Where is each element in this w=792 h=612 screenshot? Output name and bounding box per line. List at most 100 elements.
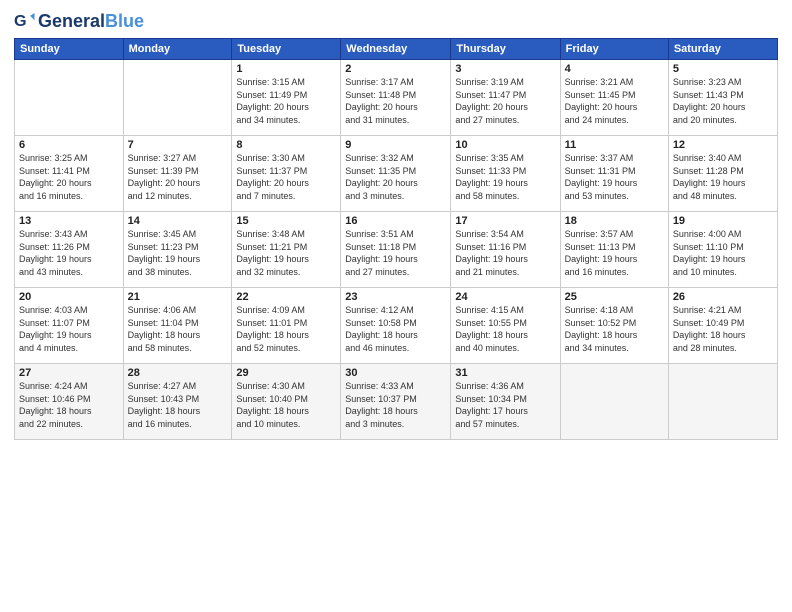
day-cell — [668, 364, 777, 440]
day-cell: 25Sunrise: 4:18 AM Sunset: 10:52 PM Dayl… — [560, 288, 668, 364]
day-info: Sunrise: 3:17 AM Sunset: 11:48 PM Daylig… — [345, 76, 446, 126]
day-number: 16 — [345, 215, 446, 227]
svg-text:G: G — [14, 12, 27, 30]
day-info: Sunrise: 4:30 AM Sunset: 10:40 PM Daylig… — [236, 380, 336, 430]
day-info: Sunrise: 3:19 AM Sunset: 11:47 PM Daylig… — [455, 76, 555, 126]
week-row-2: 6Sunrise: 3:25 AM Sunset: 11:41 PM Dayli… — [15, 136, 778, 212]
day-cell: 7Sunrise: 3:27 AM Sunset: 11:39 PM Dayli… — [123, 136, 232, 212]
logo-text: G GeneralBlue — [14, 10, 144, 32]
day-cell: 14Sunrise: 3:45 AM Sunset: 11:23 PM Dayl… — [123, 212, 232, 288]
header: G GeneralBlue — [14, 10, 778, 32]
day-cell: 26Sunrise: 4:21 AM Sunset: 10:49 PM Dayl… — [668, 288, 777, 364]
header-thursday: Thursday — [451, 39, 560, 60]
day-info: Sunrise: 4:18 AM Sunset: 10:52 PM Daylig… — [565, 304, 664, 354]
day-number: 20 — [19, 291, 119, 303]
day-info: Sunrise: 3:40 AM Sunset: 11:28 PM Daylig… — [673, 152, 773, 202]
day-info: Sunrise: 3:48 AM Sunset: 11:21 PM Daylig… — [236, 228, 336, 278]
day-number: 11 — [565, 139, 664, 151]
week-row-3: 13Sunrise: 3:43 AM Sunset: 11:26 PM Dayl… — [15, 212, 778, 288]
day-cell: 17Sunrise: 3:54 AM Sunset: 11:16 PM Dayl… — [451, 212, 560, 288]
logo-blue: Blue — [105, 11, 144, 32]
day-info: Sunrise: 4:09 AM Sunset: 11:01 PM Daylig… — [236, 304, 336, 354]
day-cell: 12Sunrise: 3:40 AM Sunset: 11:28 PM Dayl… — [668, 136, 777, 212]
day-info: Sunrise: 3:57 AM Sunset: 11:13 PM Daylig… — [565, 228, 664, 278]
day-info: Sunrise: 3:25 AM Sunset: 11:41 PM Daylig… — [19, 152, 119, 202]
header-sunday: Sunday — [15, 39, 124, 60]
day-cell: 1Sunrise: 3:15 AM Sunset: 11:49 PM Dayli… — [232, 60, 341, 136]
day-info: Sunrise: 3:27 AM Sunset: 11:39 PM Daylig… — [128, 152, 228, 202]
day-number: 26 — [673, 291, 773, 303]
day-cell: 30Sunrise: 4:33 AM Sunset: 10:37 PM Dayl… — [341, 364, 451, 440]
day-cell: 9Sunrise: 3:32 AM Sunset: 11:35 PM Dayli… — [341, 136, 451, 212]
day-cell: 8Sunrise: 3:30 AM Sunset: 11:37 PM Dayli… — [232, 136, 341, 212]
day-cell: 28Sunrise: 4:27 AM Sunset: 10:43 PM Dayl… — [123, 364, 232, 440]
day-number: 31 — [455, 367, 555, 379]
day-info: Sunrise: 3:32 AM Sunset: 11:35 PM Daylig… — [345, 152, 446, 202]
day-number: 21 — [128, 291, 228, 303]
day-cell — [15, 60, 124, 136]
day-info: Sunrise: 4:21 AM Sunset: 10:49 PM Daylig… — [673, 304, 773, 354]
day-info: Sunrise: 3:21 AM Sunset: 11:45 PM Daylig… — [565, 76, 664, 126]
day-cell: 2Sunrise: 3:17 AM Sunset: 11:48 PM Dayli… — [341, 60, 451, 136]
day-info: Sunrise: 4:12 AM Sunset: 10:58 PM Daylig… — [345, 304, 446, 354]
day-info: Sunrise: 4:06 AM Sunset: 11:04 PM Daylig… — [128, 304, 228, 354]
day-cell: 20Sunrise: 4:03 AM Sunset: 11:07 PM Dayl… — [15, 288, 124, 364]
week-row-1: 1Sunrise: 3:15 AM Sunset: 11:49 PM Dayli… — [15, 60, 778, 136]
day-number: 18 — [565, 215, 664, 227]
header-monday: Monday — [123, 39, 232, 60]
week-row-5: 27Sunrise: 4:24 AM Sunset: 10:46 PM Dayl… — [15, 364, 778, 440]
day-cell: 29Sunrise: 4:30 AM Sunset: 10:40 PM Dayl… — [232, 364, 341, 440]
day-cell: 18Sunrise: 3:57 AM Sunset: 11:13 PM Dayl… — [560, 212, 668, 288]
day-number: 22 — [236, 291, 336, 303]
header-wednesday: Wednesday — [341, 39, 451, 60]
day-cell: 31Sunrise: 4:36 AM Sunset: 10:34 PM Dayl… — [451, 364, 560, 440]
day-number: 12 — [673, 139, 773, 151]
day-info: Sunrise: 4:00 AM Sunset: 11:10 PM Daylig… — [673, 228, 773, 278]
weekday-header-row: Sunday Monday Tuesday Wednesday Thursday… — [15, 39, 778, 60]
day-info: Sunrise: 3:30 AM Sunset: 11:37 PM Daylig… — [236, 152, 336, 202]
day-info: Sunrise: 3:37 AM Sunset: 11:31 PM Daylig… — [565, 152, 664, 202]
day-number: 27 — [19, 367, 119, 379]
day-number: 14 — [128, 215, 228, 227]
day-number: 9 — [345, 139, 446, 151]
day-number: 30 — [345, 367, 446, 379]
logo: G GeneralBlue — [14, 10, 144, 32]
day-number: 25 — [565, 291, 664, 303]
day-cell: 22Sunrise: 4:09 AM Sunset: 11:01 PM Dayl… — [232, 288, 341, 364]
day-info: Sunrise: 3:15 AM Sunset: 11:49 PM Daylig… — [236, 76, 336, 126]
day-info: Sunrise: 4:33 AM Sunset: 10:37 PM Daylig… — [345, 380, 446, 430]
page: G GeneralBlue Sunday Monday Tuesday Wedn… — [0, 0, 792, 612]
day-info: Sunrise: 4:36 AM Sunset: 10:34 PM Daylig… — [455, 380, 555, 430]
day-info: Sunrise: 3:35 AM Sunset: 11:33 PM Daylig… — [455, 152, 555, 202]
header-tuesday: Tuesday — [232, 39, 341, 60]
day-cell: 23Sunrise: 4:12 AM Sunset: 10:58 PM Dayl… — [341, 288, 451, 364]
day-number: 1 — [236, 63, 336, 75]
header-saturday: Saturday — [668, 39, 777, 60]
calendar: Sunday Monday Tuesday Wednesday Thursday… — [14, 38, 778, 440]
logo-general: General — [38, 11, 105, 32]
day-number: 24 — [455, 291, 555, 303]
day-info: Sunrise: 4:15 AM Sunset: 10:55 PM Daylig… — [455, 304, 555, 354]
day-cell: 19Sunrise: 4:00 AM Sunset: 11:10 PM Dayl… — [668, 212, 777, 288]
header-friday: Friday — [560, 39, 668, 60]
day-number: 29 — [236, 367, 336, 379]
day-number: 2 — [345, 63, 446, 75]
day-info: Sunrise: 4:03 AM Sunset: 11:07 PM Daylig… — [19, 304, 119, 354]
day-cell: 27Sunrise: 4:24 AM Sunset: 10:46 PM Dayl… — [15, 364, 124, 440]
day-number: 8 — [236, 139, 336, 151]
day-number: 23 — [345, 291, 446, 303]
day-cell: 16Sunrise: 3:51 AM Sunset: 11:18 PM Dayl… — [341, 212, 451, 288]
day-cell: 21Sunrise: 4:06 AM Sunset: 11:04 PM Dayl… — [123, 288, 232, 364]
day-cell: 24Sunrise: 4:15 AM Sunset: 10:55 PM Dayl… — [451, 288, 560, 364]
day-info: Sunrise: 3:54 AM Sunset: 11:16 PM Daylig… — [455, 228, 555, 278]
day-info: Sunrise: 3:43 AM Sunset: 11:26 PM Daylig… — [19, 228, 119, 278]
day-number: 15 — [236, 215, 336, 227]
day-number: 10 — [455, 139, 555, 151]
day-info: Sunrise: 3:45 AM Sunset: 11:23 PM Daylig… — [128, 228, 228, 278]
day-cell: 6Sunrise: 3:25 AM Sunset: 11:41 PM Dayli… — [15, 136, 124, 212]
day-number: 13 — [19, 215, 119, 227]
day-cell — [560, 364, 668, 440]
day-number: 6 — [19, 139, 119, 151]
day-info: Sunrise: 3:23 AM Sunset: 11:43 PM Daylig… — [673, 76, 773, 126]
day-cell — [123, 60, 232, 136]
